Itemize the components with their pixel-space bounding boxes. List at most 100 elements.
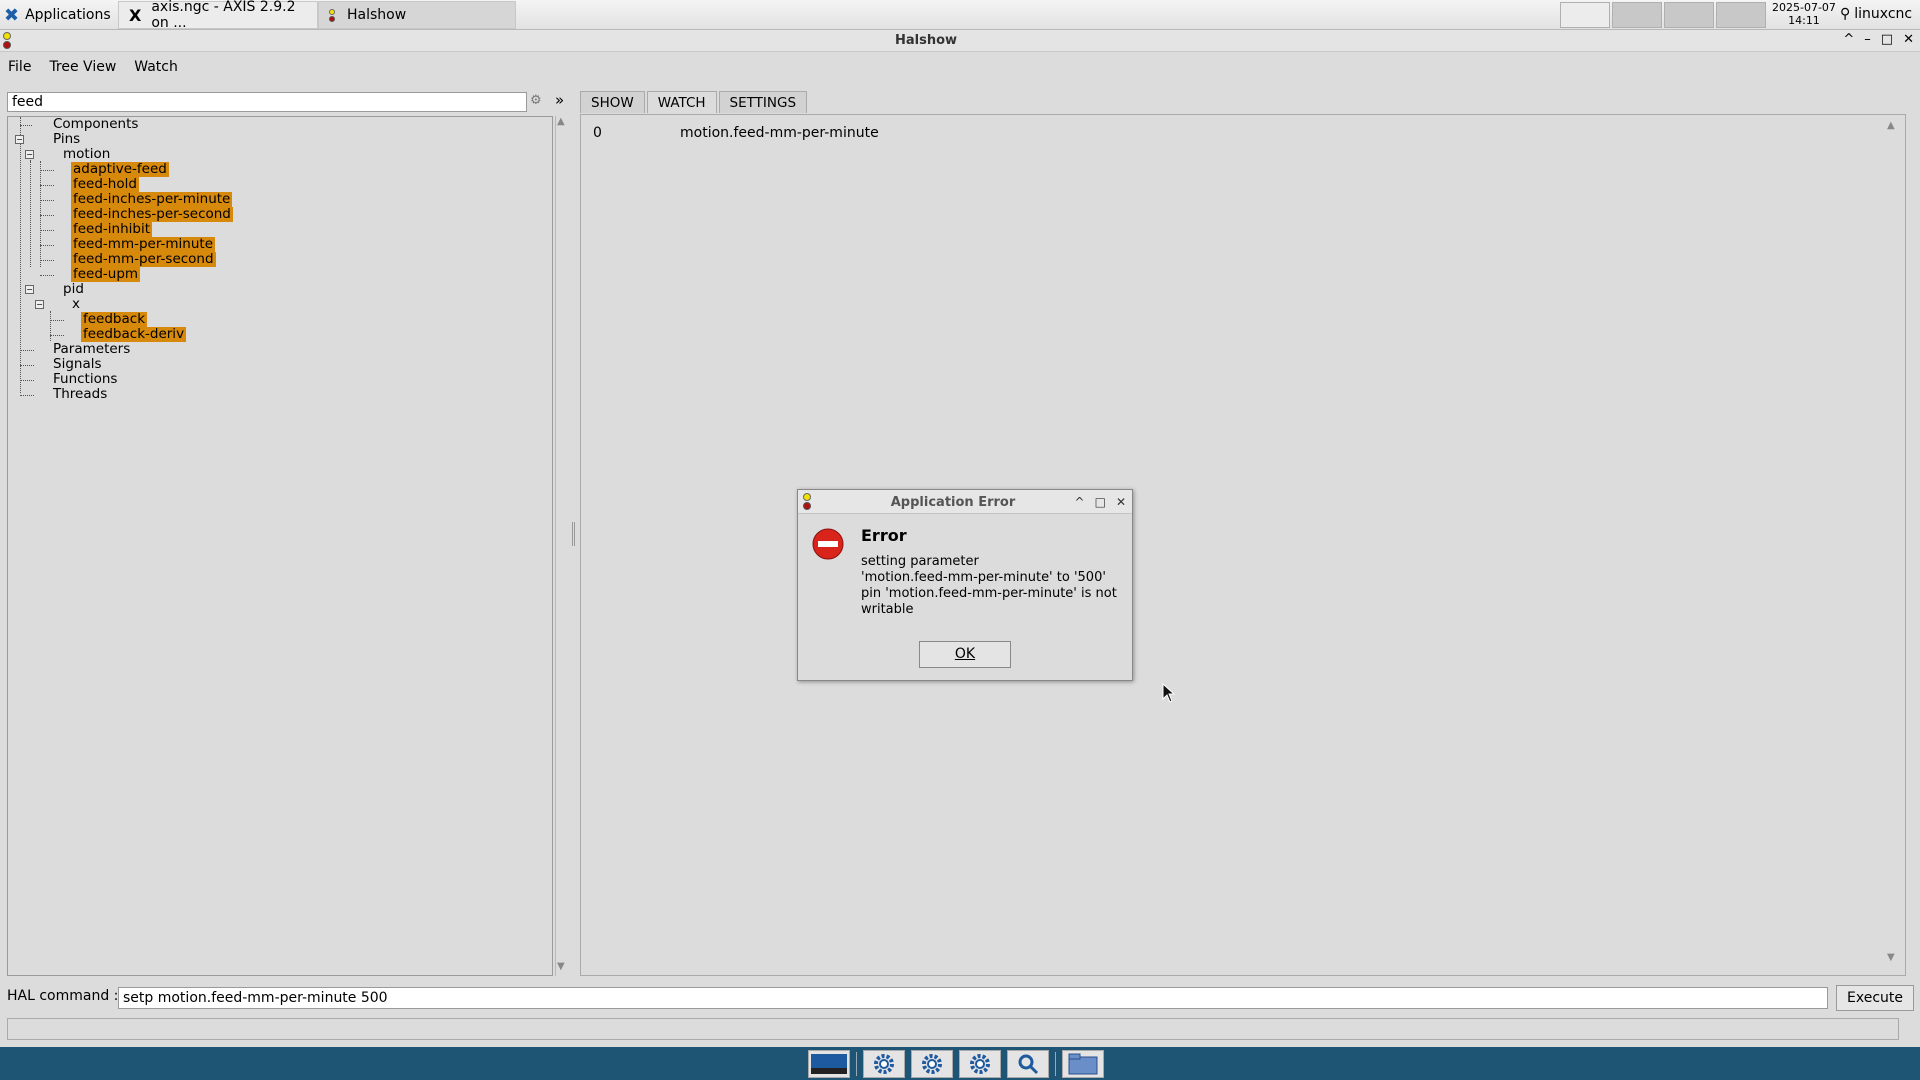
show-desktop-icon[interactable]	[808, 1050, 850, 1078]
tree-item-components[interactable]: Components	[8, 117, 528, 132]
tree-item-parameters[interactable]: Parameters	[8, 342, 528, 357]
ok-label: OK	[954, 646, 976, 662]
window-app-icon[interactable]	[3, 32, 13, 50]
dialog-message: setting parameter 'motion.feed-mm-per-mi…	[861, 554, 1117, 617]
tree-item-threads[interactable]: Threads	[8, 387, 528, 402]
execute-button[interactable]: Execute	[1836, 985, 1914, 1011]
mouse-cursor-icon	[1162, 682, 1176, 707]
collapse-icon[interactable]: −	[25, 150, 34, 159]
tree-item-signals[interactable]: Signals	[8, 357, 528, 372]
window-title: Halshow	[894, 33, 958, 48]
search-options-icon[interactable]: ⚙	[530, 93, 542, 108]
dialog-titlebar[interactable]: Application Error ^ □ ✕	[798, 490, 1132, 514]
watch-pane[interactable]: 0 motion.feed-mm-per-minute	[580, 114, 1906, 976]
error-stop-icon	[812, 528, 844, 564]
maximize-icon[interactable]: □	[1881, 32, 1893, 47]
workspace-3[interactable]	[1664, 2, 1714, 28]
task-halshow[interactable]: Halshow	[318, 1, 516, 29]
window-titlebar[interactable]: Halshow ^ – □ ✕	[0, 30, 1920, 52]
top-panel: ✖ Applications X axis.ngc - AXIS 2.9.2 o…	[0, 0, 1920, 31]
watch-value: 0	[593, 125, 602, 141]
tree-label-pin: feedback	[81, 311, 148, 327]
tree-item-motion[interactable]: − motion	[8, 147, 528, 162]
clock-time: 14:11	[1788, 14, 1820, 27]
settings-icon[interactable]	[911, 1050, 953, 1078]
tree-label-pin: feed-inches-per-second	[71, 206, 233, 222]
tree-item-pin[interactable]: feed-mm-per-second	[8, 252, 528, 267]
tree-label-components: Components	[53, 116, 139, 132]
scroll-up-icon[interactable]: ▲	[1887, 120, 1895, 131]
tree-label-pid-x: x	[72, 296, 80, 312]
ok-button[interactable]: OK	[919, 641, 1011, 668]
dialog-title: Application Error	[890, 495, 1016, 510]
tree-item-pid[interactable]: − pid	[8, 282, 528, 297]
tab-watch[interactable]: WATCH	[646, 91, 717, 113]
task-axis-label: axis.ngc - AXIS 2.9.2 on ...	[151, 0, 296, 31]
close-icon[interactable]: ✕	[1116, 495, 1126, 509]
applications-label: Applications	[25, 7, 111, 23]
tab-settings[interactable]: SETTINGS	[718, 91, 808, 113]
tree-item-pins[interactable]: − Pins	[8, 132, 528, 147]
tree-item-pin[interactable]: feedback	[8, 312, 528, 327]
menu-file[interactable]: File	[8, 57, 31, 81]
tree-scrollbar[interactable]: ▲ ▼	[555, 116, 569, 976]
menu-watch[interactable]: Watch	[134, 57, 178, 81]
scroll-down-icon[interactable]: ▼	[557, 961, 565, 972]
xfce-logo-icon: ✖	[4, 4, 20, 26]
settings-icon[interactable]	[959, 1050, 1001, 1078]
tree-item-pin[interactable]: feed-mm-per-minute	[8, 237, 528, 252]
collapse-icon[interactable]: −	[15, 135, 24, 144]
folder-icon[interactable]	[1062, 1050, 1104, 1078]
tree-label-parameters: Parameters	[53, 341, 131, 357]
maximize-icon[interactable]: □	[1095, 495, 1106, 509]
roll-up-icon[interactable]: ^	[1843, 32, 1854, 47]
tree-item-functions[interactable]: Functions	[8, 372, 528, 387]
tree-item-pin[interactable]: feed-inches-per-minute	[8, 192, 528, 207]
hal-command-input[interactable]: setp motion.feed-mm-per-minute 500	[118, 987, 1828, 1009]
workspace-4[interactable]	[1716, 2, 1766, 28]
tree-label-threads: Threads	[53, 386, 108, 402]
tab-show[interactable]: SHOW	[580, 91, 645, 113]
menu-tree-view[interactable]: Tree View	[49, 57, 116, 81]
x-app-icon: X	[129, 5, 142, 25]
status-bar	[7, 1018, 1899, 1040]
tree-label-pin: feed-upm	[71, 266, 141, 282]
tree-item-pin[interactable]: feed-inhibit	[8, 222, 528, 237]
applications-menu-button[interactable]: ✖ Applications	[4, 4, 111, 26]
hal-tree[interactable]: Components − Pins − motion adaptive-feed…	[7, 116, 553, 976]
close-icon[interactable]: ✕	[1903, 32, 1914, 47]
tree-label-pin: feed-mm-per-minute	[71, 236, 216, 252]
tree-item-pin[interactable]: adaptive-feed	[8, 162, 528, 177]
tree-item-pin[interactable]: feed-hold	[8, 177, 528, 192]
workspace-1[interactable]	[1560, 2, 1610, 28]
settings-icon[interactable]	[863, 1050, 905, 1078]
tree-label-pin: feed-hold	[71, 176, 139, 192]
scroll-down-icon[interactable]: ▼	[1887, 952, 1895, 963]
hal-command-label: HAL command :	[7, 988, 119, 1004]
collapse-icon[interactable]: −	[25, 285, 34, 294]
collapse-icon[interactable]: −	[35, 300, 44, 309]
search-input[interactable]: feed	[7, 92, 527, 112]
search-icon[interactable]	[1007, 1050, 1049, 1078]
roll-up-icon[interactable]: ^	[1075, 495, 1085, 509]
tree-label-functions: Functions	[53, 371, 118, 387]
tree-label-pin: adaptive-feed	[71, 161, 169, 177]
watch-scrollbar[interactable]: ▲ ▼	[1886, 120, 1900, 970]
clock[interactable]: 2025-07-07 14:11	[1772, 1, 1836, 27]
scroll-up-icon[interactable]: ▲	[557, 116, 565, 127]
tree-item-pid-x[interactable]: − x	[8, 297, 528, 312]
workspace-2[interactable]	[1612, 2, 1662, 28]
pane-splitter[interactable]	[572, 522, 575, 546]
tree-label-pin: feed-inches-per-minute	[71, 191, 233, 207]
task-axis[interactable]: X axis.ngc - AXIS 2.9.2 on ...	[118, 0, 318, 31]
tree-item-pin[interactable]: feedback-deriv	[8, 327, 528, 342]
tree-item-pin[interactable]: feed-upm	[8, 267, 528, 282]
tree-label-pin: feedback-deriv	[81, 326, 187, 342]
expand-pane-button[interactable]: »	[555, 91, 564, 109]
minimize-icon[interactable]: –	[1864, 32, 1871, 47]
menubar: File Tree View Watch	[0, 57, 178, 81]
watch-name: motion.feed-mm-per-minute	[680, 125, 879, 141]
tree-item-pin[interactable]: feed-inches-per-second	[8, 207, 528, 222]
watch-row[interactable]: 0 motion.feed-mm-per-minute	[593, 125, 879, 141]
user-menu[interactable]: ⚲ linuxcnc	[1840, 6, 1912, 22]
